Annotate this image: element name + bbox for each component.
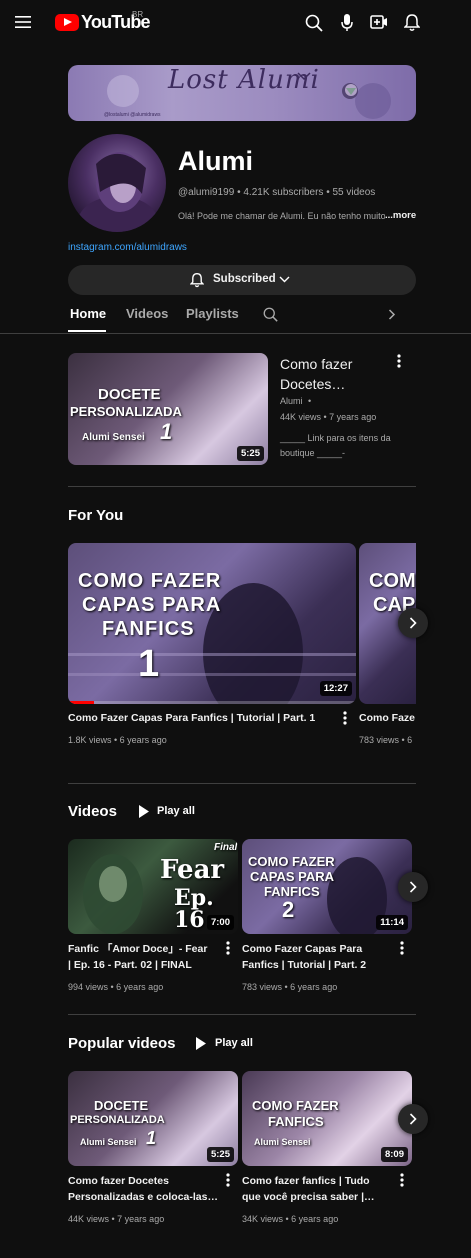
mic-icon[interactable] (340, 13, 354, 33)
channel-handle: @alumi9199 (178, 187, 235, 198)
for-you-title[interactable]: Como Faze (359, 710, 416, 726)
section-title-videos: Videos (68, 803, 117, 820)
tab-videos[interactable]: Videos (126, 306, 168, 321)
region-code: BR (132, 10, 144, 19)
featured-desc: _____ Link para os itens da (280, 433, 391, 443)
for-you-thumbnail[interactable]: COMO FAZER CAPAS PARA FANFICS 1 12:27 (68, 543, 356, 704)
channel-name: Alumi (178, 146, 254, 176)
more-vert-icon[interactable] (226, 1173, 230, 1187)
for-you-stats: 1.8K views • 6 years ago (68, 735, 167, 745)
for-you-stats: 783 views • 6 (359, 735, 413, 745)
bell-icon (190, 272, 204, 288)
channel-description[interactable]: Olá! Pode me chamar de Alumi. Eu não ten… (178, 211, 385, 221)
section-title-popular: Popular videos (68, 1035, 176, 1052)
video-duration: 12:27 (319, 681, 352, 696)
video-stats: 994 views • 6 years ago (68, 982, 164, 992)
top-bar: YouTube BR (0, 0, 471, 46)
video-stats: 34K views • 6 years ago (242, 1214, 339, 1224)
more-vert-icon[interactable] (226, 941, 230, 955)
video-thumbnail[interactable]: COMO FAZER CAPAS PARA FANFICS 2 11:14 (242, 839, 412, 934)
featured-channel[interactable]: Alumi (280, 396, 303, 406)
create-icon[interactable] (370, 15, 388, 30)
chevron-right-icon[interactable] (388, 309, 396, 320)
video-thumbnail[interactable]: COMO FAZER FANFICS Alumi Sensei 8:09 (242, 1071, 412, 1166)
section-divider (68, 486, 416, 487)
youtube-logo-icon (55, 14, 79, 31)
search-icon[interactable] (263, 307, 278, 322)
section-title-for-you: For You (68, 507, 124, 524)
video-duration: 5:25 (206, 1147, 234, 1162)
more-vert-icon[interactable] (397, 354, 401, 368)
progress-track (68, 701, 356, 704)
tab-home[interactable]: Home (70, 306, 106, 321)
subscribe-button[interactable]: Subscribed (68, 265, 416, 295)
carousel-next-button[interactable] (398, 608, 428, 638)
tab-playlists[interactable]: Playlists (186, 306, 239, 321)
play-icon (196, 1037, 206, 1050)
featured-stats: 44K views • 7 years ago (280, 412, 377, 422)
progress-bar (68, 701, 94, 704)
carousel-next-button[interactable] (398, 1104, 428, 1134)
featured-desc: boutique _____- (280, 448, 346, 458)
bell-icon[interactable] (404, 13, 420, 32)
carousel-next-button[interactable] (398, 872, 428, 902)
featured-thumbnail[interactable]: DOCETE PERSONALIZADA Alumi Sensei 1 5:25 (68, 353, 268, 465)
video-count: 55 videos (332, 187, 376, 198)
play-all-label: Play all (157, 805, 195, 817)
video-duration: 8:09 (380, 1147, 408, 1162)
tabs-divider (0, 333, 471, 334)
chevron-down-icon (279, 276, 290, 283)
menu-icon[interactable] (15, 15, 31, 29)
featured-title[interactable]: Como fazer Docetes… (280, 354, 390, 394)
subscriber-count: 4.21K subscribers (243, 187, 324, 198)
channel-link[interactable]: instagram.com/alumidraws (68, 242, 187, 253)
avatar[interactable] (68, 134, 166, 232)
subscribe-label: Subscribed (213, 273, 276, 285)
banner-credit: @lostalumi @alumidraws (104, 112, 161, 118)
for-you-title[interactable]: Como Fazer Capas Para Fanfics | Tutorial… (68, 710, 336, 726)
channel-meta: @alumi9199 • 4.21K subscribers • 55 vide… (178, 187, 376, 198)
play-icon (139, 805, 149, 818)
video-duration: 11:14 (376, 915, 408, 930)
active-tab-indicator (68, 330, 106, 332)
section-divider (68, 783, 416, 784)
more-link[interactable]: ...more (385, 210, 416, 221)
video-duration: 5:25 (236, 446, 264, 461)
video-thumbnail[interactable]: DOCETE PERSONALIZADA Alumi Sensei 1 5:25 (68, 1071, 238, 1166)
section-divider (68, 1014, 416, 1015)
channel-banner: Lost Alumi @lostalumi @alumidraws (68, 65, 416, 121)
play-all-label: Play all (215, 1037, 253, 1049)
more-vert-icon[interactable] (343, 711, 347, 725)
more-vert-icon[interactable] (400, 941, 404, 955)
video-stats: 44K views • 7 years ago (68, 1214, 165, 1224)
video-stats: 783 views • 6 years ago (242, 982, 338, 992)
search-icon[interactable] (305, 14, 323, 32)
video-duration: 7:00 (206, 915, 234, 930)
more-vert-icon[interactable] (400, 1173, 404, 1187)
video-thumbnail[interactable]: Fear Ep. 16 Final 7:00 (68, 839, 238, 934)
banner-title: Lost Alumi (168, 65, 320, 95)
